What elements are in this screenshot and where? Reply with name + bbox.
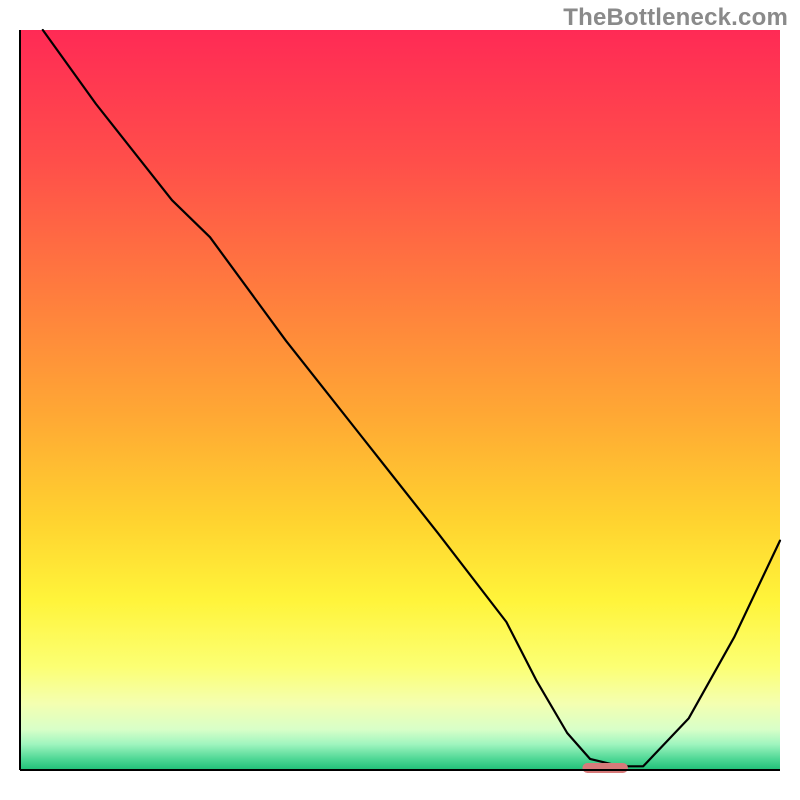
plot-background (20, 30, 780, 770)
chart-container: TheBottleneck.com (0, 0, 800, 800)
bottleneck-plot (0, 0, 800, 800)
optimal-marker (582, 763, 628, 773)
